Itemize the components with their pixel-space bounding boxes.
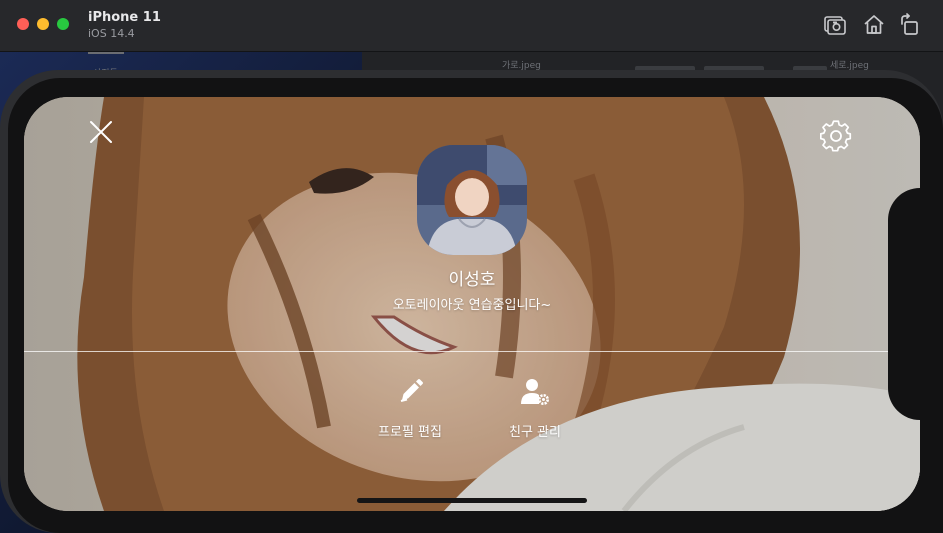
person-gear-icon bbox=[521, 379, 549, 405]
profile-screen: 이성호 오토레이아웃 연습중입니다~ 프로필 편집 친구 관리 bbox=[24, 97, 920, 511]
manage-friends-button[interactable]: 친구 관리 bbox=[485, 377, 585, 440]
window-zoom-button[interactable] bbox=[57, 18, 69, 30]
simulator-os-version: iOS 14.4 bbox=[88, 27, 135, 40]
avatar[interactable] bbox=[417, 145, 527, 255]
avatar-image bbox=[417, 145, 527, 255]
window-minimize-button[interactable] bbox=[37, 18, 49, 30]
profile-status-message: 오토레이아웃 연습중입니다~ bbox=[392, 298, 552, 313]
device-notch bbox=[888, 188, 943, 420]
simulator-device-name: iPhone 11 bbox=[88, 10, 161, 25]
close-icon[interactable] bbox=[88, 119, 114, 145]
edit-profile-label: 프로필 편집 bbox=[378, 425, 442, 440]
background-tab-indicator bbox=[88, 52, 124, 54]
home-indicator[interactable] bbox=[357, 498, 587, 503]
home-icon[interactable] bbox=[862, 13, 886, 37]
edit-profile-button[interactable]: 프로필 편집 bbox=[360, 377, 460, 440]
rotate-icon[interactable] bbox=[898, 13, 922, 37]
screenshot-icon[interactable] bbox=[823, 13, 847, 37]
divider bbox=[24, 351, 920, 352]
window-close-button[interactable] bbox=[17, 18, 29, 30]
profile-name: 이성호 bbox=[448, 270, 496, 290]
manage-friends-label: 친구 관리 bbox=[509, 425, 561, 440]
pencil-icon bbox=[400, 379, 423, 402]
simulator-titlebar: iPhone 11 iOS 14.4 bbox=[0, 0, 943, 52]
gear-icon[interactable] bbox=[819, 120, 852, 152]
